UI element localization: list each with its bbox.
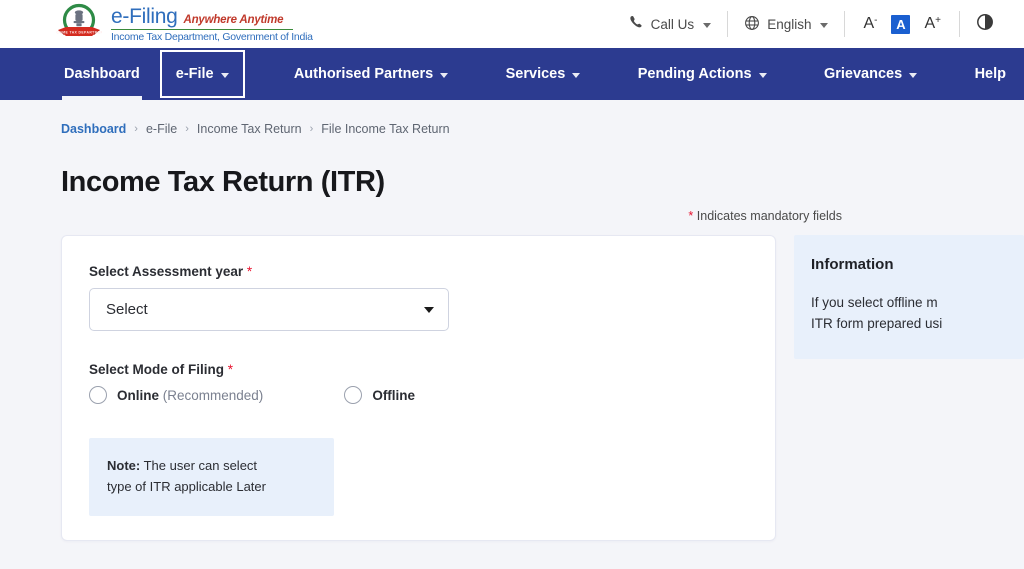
note-text: Note: The user can select type of ITR ap… bbox=[107, 455, 318, 498]
mode-of-filing-label-text: Select Mode of Filing bbox=[89, 362, 225, 377]
breadcrumb-item-e-file[interactable]: e-File bbox=[146, 122, 177, 136]
call-us-button[interactable]: Call Us bbox=[613, 15, 728, 33]
nav-label: Authorised Partners bbox=[293, 66, 434, 82]
phone-icon bbox=[629, 15, 644, 33]
brand-department: Income Tax Department, Government of Ind… bbox=[111, 31, 313, 44]
brand-divider bbox=[111, 29, 293, 31]
assessment-year-label-text: Select Assessment year bbox=[89, 264, 244, 279]
radio-label-offline: Offline bbox=[372, 388, 415, 403]
information-panel: Information If you select offline m ITR … bbox=[794, 235, 1024, 359]
information-line-1: If you select offline m bbox=[811, 295, 938, 310]
header-utilities: Call Us English A- A A + bbox=[613, 0, 1006, 48]
radio-label-online-muted: (Recommended) bbox=[159, 387, 264, 403]
nav-label: Pending Actions bbox=[637, 66, 752, 82]
nav-item-dashboard[interactable]: Dashboard bbox=[46, 48, 158, 100]
breadcrumb-item-income-tax-return[interactable]: Income Tax Return bbox=[197, 122, 302, 136]
radio-label-offline-bold: Offline bbox=[372, 387, 416, 403]
content-row: Select Assessment year * Select Select M… bbox=[0, 235, 1024, 541]
radio-circle-icon[interactable] bbox=[89, 386, 107, 404]
nav-item-help[interactable]: Help bbox=[957, 48, 1024, 100]
required-star: * bbox=[688, 209, 694, 223]
itr-form-card: Select Assessment year * Select Select M… bbox=[61, 235, 776, 541]
assessment-year-value: Select bbox=[106, 301, 148, 318]
breadcrumb-separator: › bbox=[309, 123, 314, 135]
globe-icon bbox=[744, 15, 760, 34]
india-emblem-icon: सत्यमेव INCOME TAX DEPARTMENT bbox=[52, 3, 106, 45]
chevron-down-icon bbox=[758, 72, 767, 78]
language-label: English bbox=[767, 16, 812, 32]
svg-text:INCOME TAX DEPARTMENT: INCOME TAX DEPARTMENT bbox=[56, 30, 102, 34]
nav-item-authorised-partners[interactable]: Authorised Partners bbox=[276, 48, 466, 100]
brand-logo[interactable]: सत्यमेव INCOME TAX DEPARTMENT e-Filing A… bbox=[52, 3, 313, 45]
font-decrease-button[interactable]: A- bbox=[863, 16, 877, 32]
contrast-toggle[interactable] bbox=[960, 13, 1006, 36]
radio-option-offline[interactable]: Offline bbox=[344, 386, 415, 404]
brand-title: e-Filing bbox=[111, 5, 178, 29]
top-header: सत्यमेव INCOME TAX DEPARTMENT e-Filing A… bbox=[0, 0, 1024, 48]
call-us-label: Call Us bbox=[650, 16, 695, 32]
page-content: Dashboard › e-File › Income Tax Return ›… bbox=[0, 100, 1024, 541]
mode-of-filing-label: Select Mode of Filing * bbox=[89, 362, 775, 377]
radio-label-online: Online (Recommended) bbox=[117, 388, 263, 403]
nav-item-services[interactable]: Services bbox=[488, 48, 599, 100]
chevron-down-icon bbox=[440, 72, 449, 78]
nav-label: e-File bbox=[175, 66, 214, 82]
information-panel-title: Information bbox=[811, 256, 894, 273]
radio-option-online[interactable]: Online (Recommended) bbox=[89, 386, 263, 404]
nav-item-pending-actions[interactable]: Pending Actions bbox=[620, 48, 785, 100]
note-box: Note: The user can select type of ITR ap… bbox=[89, 438, 334, 516]
assessment-year-select[interactable]: Select bbox=[89, 288, 449, 331]
page-title: Income Tax Return (ITR) bbox=[61, 166, 385, 198]
breadcrumb-separator: › bbox=[134, 123, 138, 135]
nav-label: Grievances bbox=[823, 66, 903, 82]
main-navigation: Dashboard e-File Authorised Partners Ser… bbox=[0, 48, 1024, 100]
mandatory-fields-note: * Indicates mandatory fields bbox=[0, 209, 1024, 223]
mode-of-filing-radio-group: Online (Recommended) Offline bbox=[89, 386, 775, 404]
chevron-down-icon bbox=[424, 306, 434, 313]
nav-item-e-file[interactable]: e-File bbox=[158, 48, 247, 100]
nav-label: Services bbox=[505, 66, 566, 82]
mode-of-filing-section: Select Mode of Filing * Online (Recommen… bbox=[89, 362, 775, 404]
breadcrumb-separator: › bbox=[185, 123, 189, 135]
chevron-down-icon bbox=[703, 22, 712, 28]
nav-label: Dashboard bbox=[64, 66, 140, 82]
mandatory-note-text: Indicates mandatory fields bbox=[696, 209, 842, 223]
breadcrumb: Dashboard › e-File › Income Tax Return ›… bbox=[0, 100, 1024, 136]
chevron-down-icon bbox=[820, 22, 829, 28]
breadcrumb-item-dashboard[interactable]: Dashboard bbox=[61, 122, 126, 136]
font-size-controls: A- A A + bbox=[845, 14, 959, 34]
breadcrumb-item-file-income-tax-return: File Income Tax Return bbox=[321, 122, 450, 136]
note-line-2: type of ITR applicable Later bbox=[107, 479, 266, 495]
contrast-icon bbox=[976, 13, 994, 36]
required-star: * bbox=[227, 362, 234, 377]
radio-label-online-bold: Online bbox=[117, 387, 160, 403]
assessment-year-label: Select Assessment year * bbox=[89, 264, 775, 279]
font-normal-button[interactable]: A bbox=[891, 14, 911, 34]
chevron-down-icon bbox=[220, 72, 229, 78]
note-prefix: Note: bbox=[107, 458, 141, 473]
chevron-down-icon bbox=[572, 72, 581, 78]
required-star: * bbox=[246, 264, 253, 279]
nav-item-grievances[interactable]: Grievances bbox=[806, 48, 935, 100]
font-increase-button[interactable]: A + bbox=[924, 16, 941, 32]
chevron-down-icon bbox=[909, 72, 918, 78]
information-panel-body: If you select offline m ITR form prepare… bbox=[811, 292, 1024, 335]
nav-label: Help bbox=[974, 66, 1006, 82]
note-line-1: The user can select bbox=[140, 458, 258, 473]
information-line-2: ITR form prepared usi bbox=[811, 316, 943, 332]
radio-circle-icon[interactable] bbox=[344, 386, 363, 404]
brand-tagline: Anywhere Anytime bbox=[183, 14, 284, 27]
language-selector[interactable]: English bbox=[728, 15, 844, 34]
